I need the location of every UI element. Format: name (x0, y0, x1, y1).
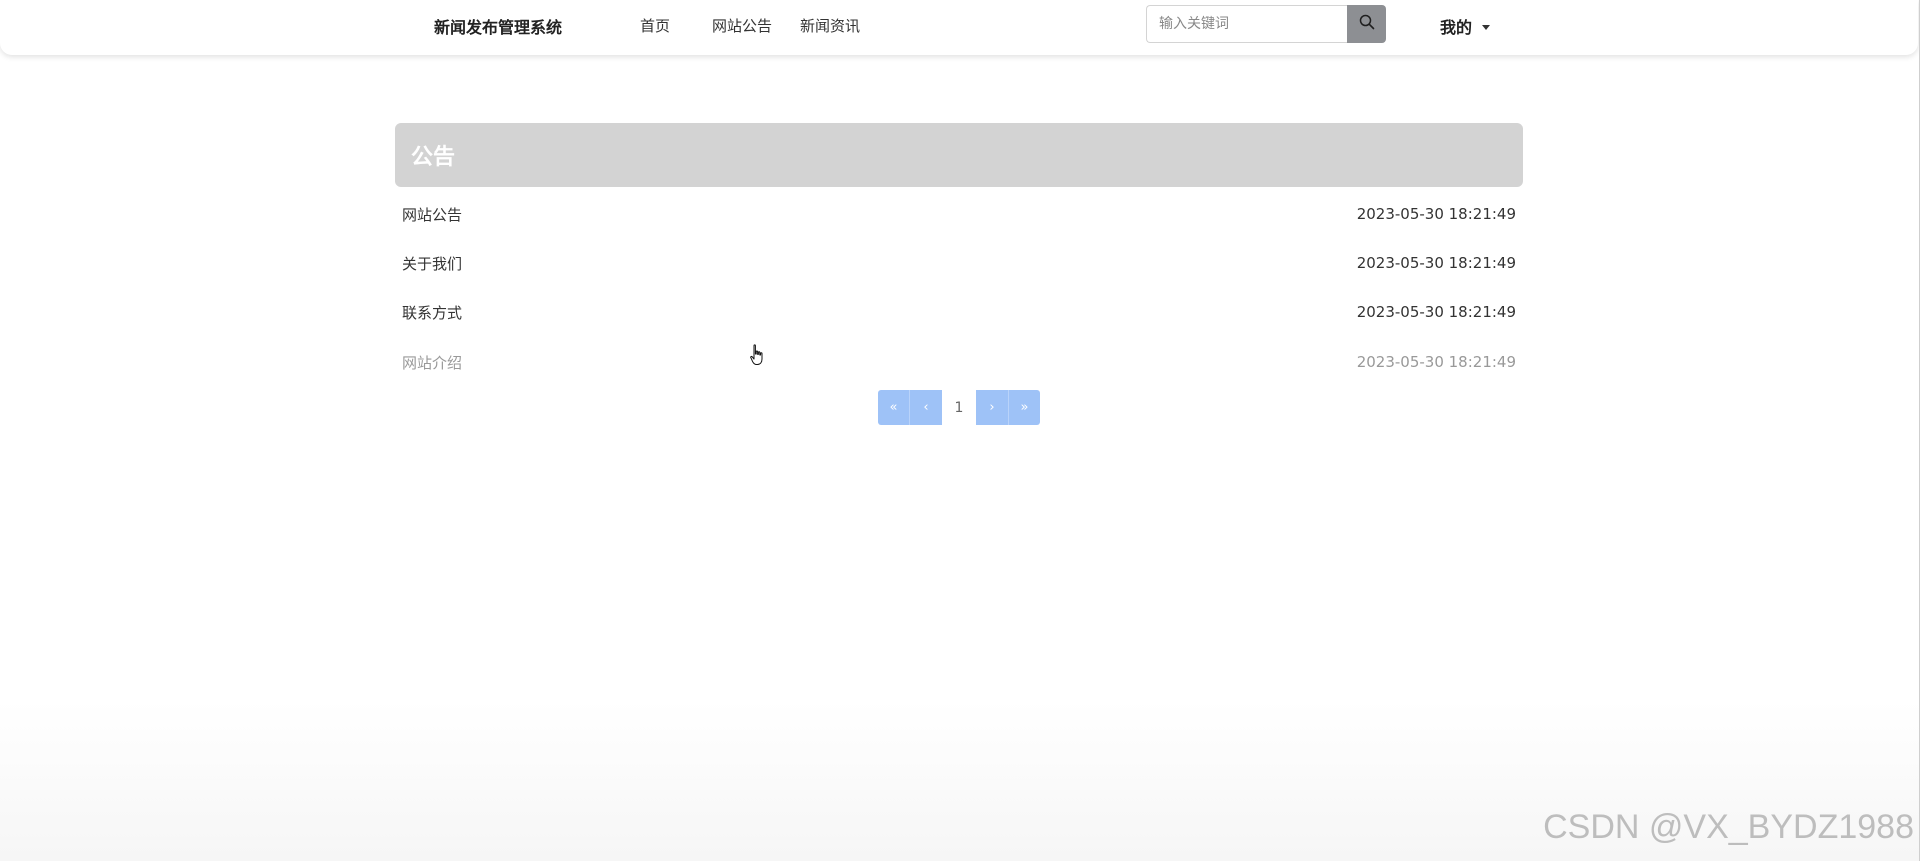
notice-panel-header: 公告 (395, 123, 1523, 187)
page: 新闻发布管理系统 首页 网站公告 新闻资讯 我的 公告 网站 (0, 0, 1920, 861)
notice-item[interactable]: 关于我们 2023-05-30 18:21:49 (402, 251, 1516, 275)
notice-item-title[interactable]: 网站介绍 (402, 352, 462, 373)
search-input[interactable] (1146, 5, 1347, 43)
top-navbar: 新闻发布管理系统 首页 网站公告 新闻资讯 我的 (0, 0, 1918, 55)
nav-link-announcements[interactable]: 网站公告 (712, 15, 772, 36)
caret-down-icon (1482, 24, 1491, 30)
pagination: « ‹ 1 › » (878, 390, 1040, 425)
notice-item-time: 2023-05-30 18:21:49 (1356, 205, 1516, 223)
search-box (1146, 5, 1386, 43)
notice-item-title[interactable]: 联系方式 (402, 302, 462, 323)
user-menu[interactable]: 我的 (1440, 14, 1491, 38)
csdn-watermark: CSDN @VX_BYDZ1988 (1543, 808, 1914, 846)
notice-item[interactable]: 网站公告 2023-05-30 18:21:49 (402, 202, 1516, 226)
hand-cursor-icon (750, 344, 766, 370)
notice-item[interactable]: 网站介绍 2023-05-30 18:21:49 (402, 350, 1516, 374)
notice-item-time: 2023-05-30 18:21:49 (1356, 254, 1516, 272)
notice-panel: 公告 网站公告 2023-05-30 18:21:49 关于我们 2023-05… (395, 123, 1523, 372)
current-page-number[interactable]: 1 (942, 390, 976, 425)
notice-item-time: 2023-05-30 18:21:49 (1356, 353, 1516, 371)
search-button[interactable] (1347, 5, 1386, 43)
first-page-button[interactable]: « (878, 390, 910, 425)
last-page-button[interactable]: » (1008, 390, 1040, 425)
nav-link-news[interactable]: 新闻资讯 (800, 15, 860, 36)
notice-item[interactable]: 联系方式 2023-05-30 18:21:49 (402, 300, 1516, 324)
notice-panel-title: 公告 (411, 145, 456, 170)
nav-link-home[interactable]: 首页 (640, 15, 670, 36)
user-menu-label: 我的 (1440, 18, 1473, 37)
search-icon (1359, 14, 1375, 34)
prev-page-button[interactable]: ‹ (910, 390, 942, 425)
site-brand[interactable]: 新闻发布管理系统 (434, 14, 562, 38)
notice-item-title[interactable]: 网站公告 (402, 204, 462, 225)
notice-item-title[interactable]: 关于我们 (402, 253, 462, 274)
notice-item-time: 2023-05-30 18:21:49 (1356, 303, 1516, 321)
next-page-button[interactable]: › (976, 390, 1008, 425)
